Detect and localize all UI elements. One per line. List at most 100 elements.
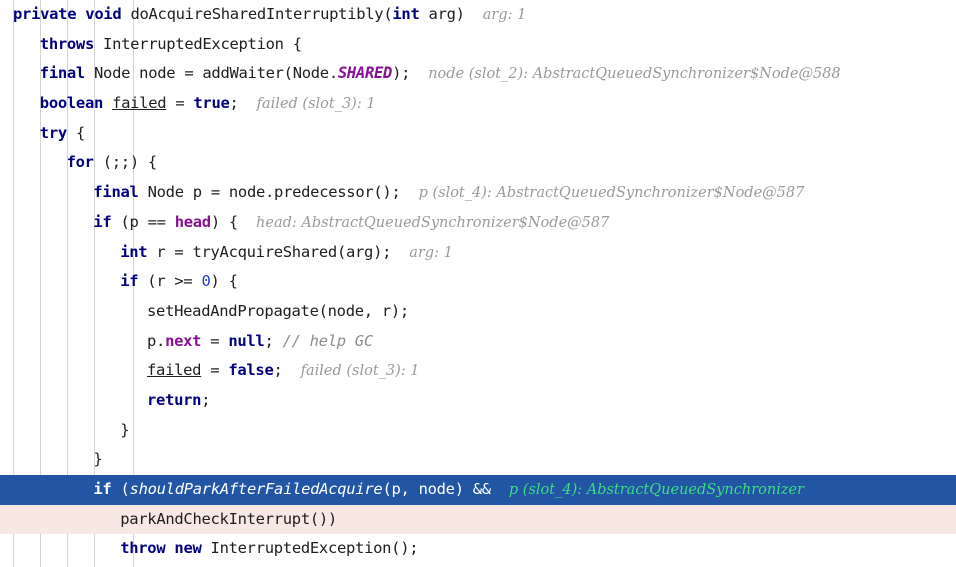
code-token: {: [66, 123, 85, 142]
code-token: );: [392, 64, 411, 83]
code-token: for: [66, 153, 94, 172]
code-token: if: [93, 212, 112, 231]
code-token: true: [193, 94, 230, 113]
inline-debug-hint[interactable]: head: AbstractQueuedSynchronizer$Node@58…: [256, 215, 609, 231]
code-token: next: [165, 331, 202, 350]
inline-debug-hint[interactable]: p (slot_4): AbstractQueuedSynchronizer: [509, 482, 804, 498]
code-lines-container[interactable]: private void doAcquireSharedInterruptibl…: [0, 0, 956, 564]
code-token: false: [228, 361, 274, 380]
code-line-text: try {: [0, 124, 85, 142]
code-line-text: boolean failed = true; failed (slot_3): …: [0, 94, 376, 112]
code-token: if: [93, 480, 112, 498]
code-token: =: [201, 331, 229, 350]
code-line[interactable]: final Node node = addWaiter(Node.SHARED)…: [0, 59, 956, 89]
code-token: =: [166, 94, 194, 113]
code-token: Node node = addWaiter(Node.: [84, 64, 338, 83]
code-token: // help GC: [273, 331, 374, 350]
code-line-text: p.next = null; // help GC: [0, 332, 373, 350]
code-line-text: setHeadAndPropagate(node, r);: [0, 302, 409, 320]
code-token: InterruptedException {: [94, 34, 302, 53]
code-line-text: final Node node = addWaiter(Node.SHARED)…: [0, 64, 841, 82]
code-line[interactable]: final Node p = node.predecessor(); p (sl…: [0, 178, 956, 208]
code-token: return: [147, 390, 202, 409]
code-token: (: [111, 480, 130, 498]
code-line[interactable]: failed = false; failed (slot_3): 1: [0, 356, 956, 386]
code-line-text: final Node p = node.predecessor(); p (sl…: [0, 183, 804, 201]
code-line[interactable]: setHeadAndPropagate(node, r);: [0, 297, 956, 327]
code-token: SHARED: [337, 64, 393, 83]
inline-debug-hint[interactable]: p (slot_4): AbstractQueuedSynchronizer$N…: [419, 185, 805, 201]
code-line-text: failed = false; failed (slot_3): 1: [0, 361, 420, 379]
code-token: 0: [201, 272, 211, 291]
inline-debug-hint[interactable]: failed (slot_3): 1: [301, 363, 420, 379]
code-line[interactable]: }: [0, 445, 956, 475]
code-line[interactable]: for (;;) {: [0, 148, 956, 178]
code-token: throw: [120, 539, 166, 558]
code-token: r = tryAcquireShared(arg);: [147, 242, 392, 261]
code-line[interactable]: try {: [0, 119, 956, 149]
code-token: boolean: [39, 94, 104, 113]
code-line-text: throw new InterruptedException();: [0, 539, 418, 557]
code-token: int: [392, 5, 420, 23]
code-line-text: throws InterruptedException {: [0, 35, 302, 53]
code-token: InterruptedException();: [201, 539, 419, 558]
code-line-text: }: [0, 421, 129, 439]
code-token: }: [120, 420, 130, 439]
code-line-text: return;: [0, 390, 211, 409]
code-token: if: [120, 272, 139, 291]
code-token: failed: [112, 94, 167, 113]
code-token: ) {: [210, 272, 238, 291]
code-line[interactable]: int r = tryAcquireShared(arg); arg: 1: [0, 238, 956, 268]
code-line-text: }: [0, 450, 102, 468]
code-token: arg): [419, 5, 465, 23]
code-token: failed: [147, 361, 202, 380]
code-token: throws: [39, 34, 95, 53]
code-line[interactable]: if (r >= 0) {: [0, 267, 956, 297]
code-token: ) {: [210, 212, 238, 231]
code-token: new: [174, 539, 202, 558]
code-token: (;;) {: [93, 153, 158, 172]
code-line-text: parkAndCheckInterrupt()): [0, 510, 337, 528]
code-token: Node p = node.predecessor();: [138, 183, 401, 202]
code-token: null: [228, 331, 265, 350]
code-token: ;: [264, 331, 274, 350]
code-token: final: [39, 64, 85, 83]
code-token: }: [93, 450, 103, 469]
code-token: ;: [229, 94, 239, 113]
code-token: head: [174, 212, 211, 231]
code-line[interactable]: throw new InterruptedException();: [0, 534, 956, 564]
code-line[interactable]: return;: [0, 386, 956, 416]
code-token: int: [120, 242, 148, 261]
code-line[interactable]: if (shouldParkAfterFailedAcquire(p, node…: [0, 475, 956, 505]
code-token: setHeadAndPropagate(node, r);: [147, 301, 409, 320]
code-line-text: if (r >= 0) {: [0, 272, 238, 290]
code-line[interactable]: private void doAcquireSharedInterruptibl…: [0, 0, 956, 30]
inline-debug-hint[interactable]: node (slot_2): AbstractQueuedSynchronize…: [428, 66, 840, 82]
code-line[interactable]: boolean failed = true; failed (slot_3): …: [0, 89, 956, 119]
code-line[interactable]: if (p == head) { head: AbstractQueuedSyn…: [0, 208, 956, 238]
code-token: ;: [201, 390, 211, 409]
code-token: p.: [147, 331, 166, 350]
code-line[interactable]: }: [0, 416, 956, 446]
code-line[interactable]: parkAndCheckInterrupt()): [0, 504, 956, 535]
code-line-text: if (shouldParkAfterFailedAcquire(p, node…: [0, 480, 804, 498]
inline-debug-hint[interactable]: failed (slot_3): 1: [257, 96, 376, 112]
code-line-text: private void doAcquireSharedInterruptibl…: [0, 5, 526, 23]
code-token: (r >=: [138, 272, 202, 291]
inline-debug-hint[interactable]: arg: 1: [483, 7, 527, 23]
code-token: final: [93, 183, 139, 202]
code-line-text: int r = tryAcquireShared(arg); arg: 1: [0, 243, 453, 261]
code-token: doAcquireSharedInterruptibly(: [121, 5, 393, 23]
inline-debug-hint[interactable]: arg: 1: [409, 245, 453, 261]
code-editor[interactable]: private void doAcquireSharedInterruptibl…: [0, 0, 956, 567]
code-token: shouldParkAfterFailedAcquire: [129, 480, 383, 498]
code-token: try: [39, 123, 67, 142]
code-token: (p ==: [111, 212, 175, 231]
code-line[interactable]: p.next = null; // help GC: [0, 327, 956, 357]
code-line[interactable]: throws InterruptedException {: [0, 30, 956, 60]
code-token: ;: [273, 361, 283, 380]
code-token: (p, node) &&: [382, 480, 491, 498]
code-line-text: for (;;) {: [0, 153, 158, 172]
